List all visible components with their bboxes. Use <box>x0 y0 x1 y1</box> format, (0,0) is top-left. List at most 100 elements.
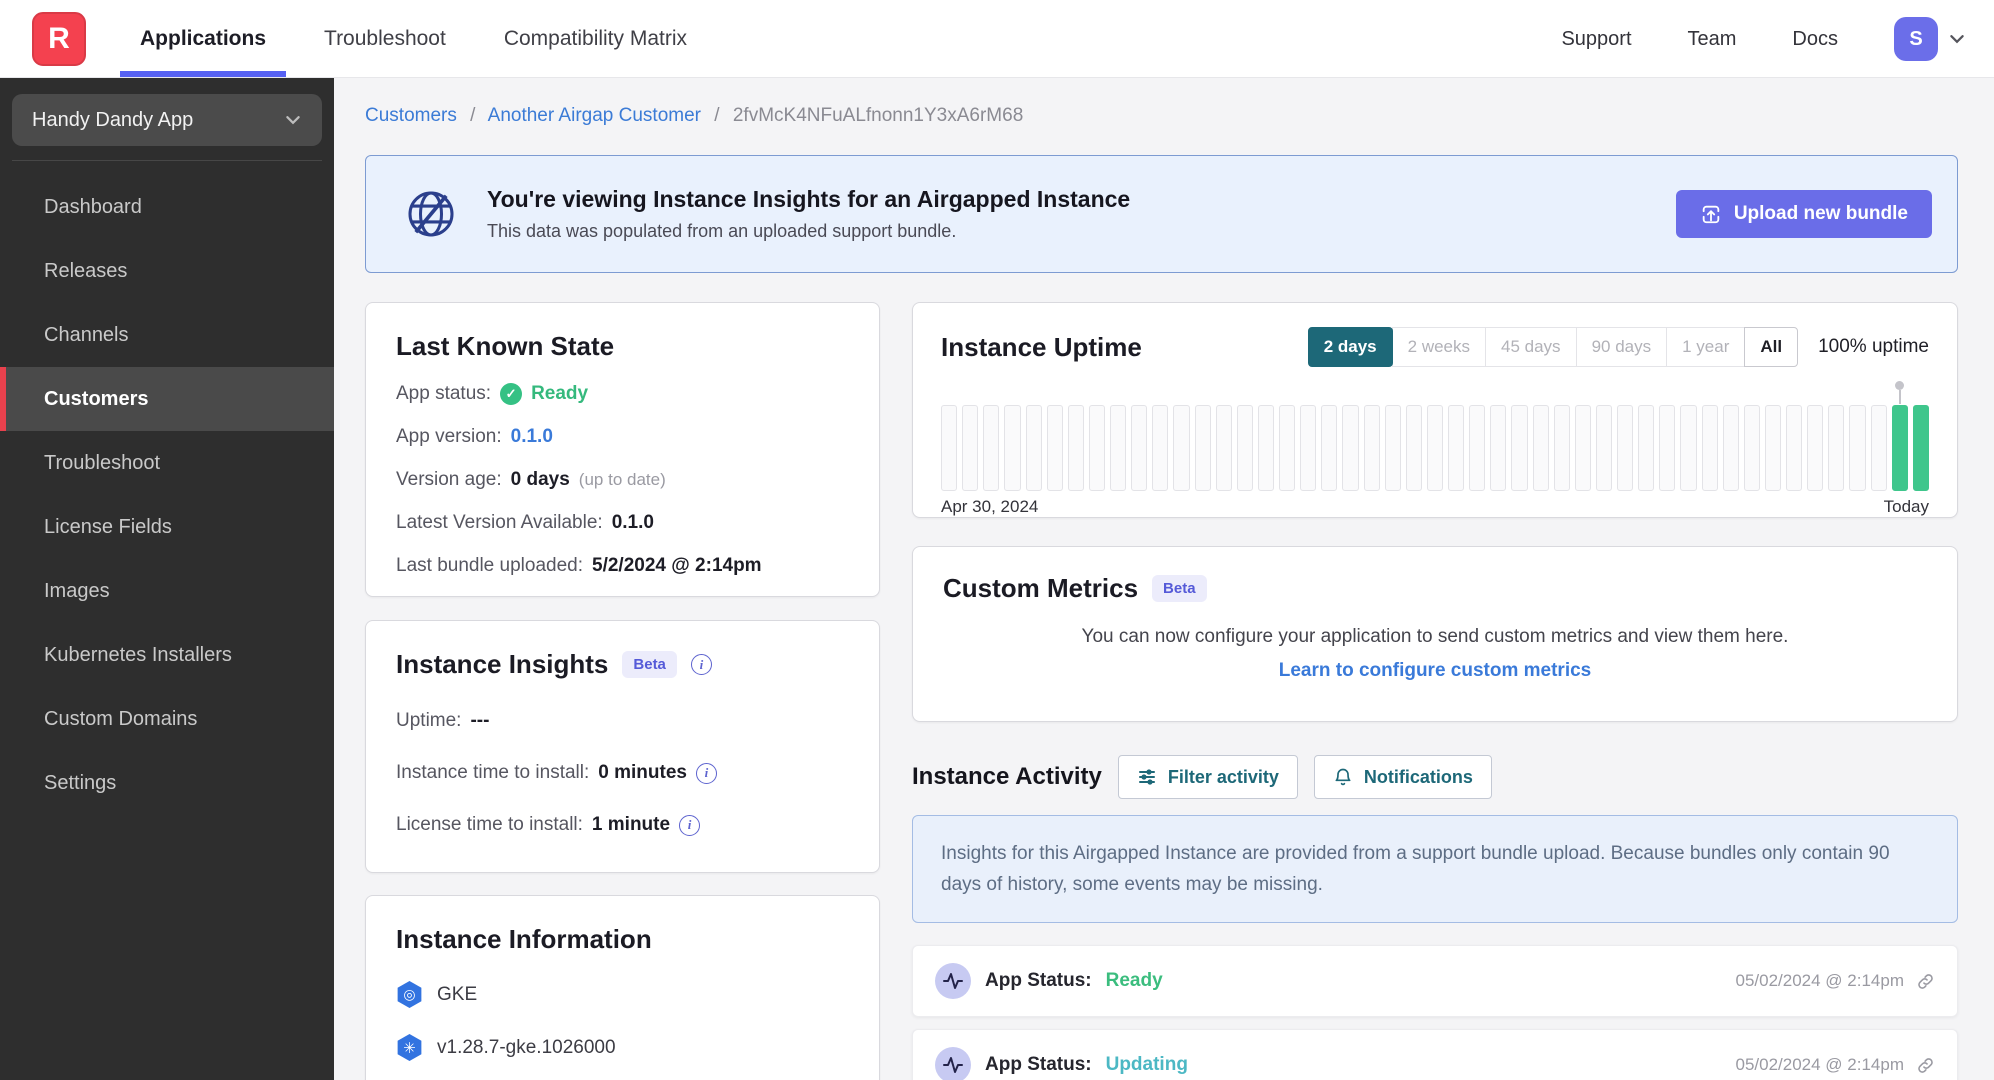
uptime-bar[interactable] <box>1173 405 1190 491</box>
account-menu[interactable]: S <box>1894 17 1966 61</box>
uptime-bar[interactable] <box>1532 405 1549 491</box>
nav-link-docs[interactable]: Docs <box>1792 28 1838 51</box>
instance-uptime-title: Instance Uptime <box>941 331 1142 362</box>
uptime-bar[interactable] <box>1574 405 1591 491</box>
uptime-bar[interactable] <box>1469 405 1486 491</box>
gke-icon: ◎ <box>397 981 422 1008</box>
tab-compatibility-matrix[interactable]: Compatibility Matrix <box>504 0 687 77</box>
app-selector-dropdown[interactable]: Handy Dandy App <box>12 94 322 146</box>
breadcrumb-customer-name[interactable]: Another Airgap Customer <box>488 105 701 126</box>
uptime-bar[interactable] <box>1743 405 1760 491</box>
uptime-bar[interactable] <box>1088 405 1105 491</box>
activity-row[interactable]: App Status: Updating 05/02/2024 @ 2:14pm <box>912 1029 1958 1080</box>
uptime-bar[interactable] <box>1701 405 1718 491</box>
uptime-bar[interactable] <box>1131 405 1148 491</box>
app-version-value[interactable]: 0.1.0 <box>511 426 553 448</box>
uptime-bar[interactable] <box>1152 405 1169 491</box>
info-icon[interactable]: i <box>695 762 717 784</box>
configure-custom-metrics-link[interactable]: Learn to configure custom metrics <box>943 660 1927 682</box>
uptime-bar[interactable] <box>962 405 979 491</box>
sidebar-item-settings[interactable]: Settings <box>0 751 334 815</box>
uptime-bar[interactable] <box>1384 405 1401 491</box>
uptime-bar[interactable] <box>1511 405 1528 491</box>
instance-time-row: Instance time to install: 0 minutes i <box>396 762 849 784</box>
tab-applications[interactable]: Applications <box>119 0 287 77</box>
range-2-days[interactable]: 2 days <box>1307 327 1393 367</box>
uptime-bar[interactable] <box>1870 405 1887 491</box>
breadcrumb-separator: / <box>470 105 476 126</box>
sidebar-item-images[interactable]: Images <box>0 559 334 623</box>
uptime-bar[interactable] <box>1891 405 1908 491</box>
uptime-bar[interactable] <box>1110 405 1127 491</box>
uptime-bar[interactable] <box>1448 405 1465 491</box>
link-icon[interactable] <box>1916 1056 1935 1075</box>
uptime-bar[interactable] <box>1236 405 1253 491</box>
sidebar-item-releases[interactable]: Releases <box>0 239 334 303</box>
uptime-bar[interactable] <box>1194 405 1211 491</box>
breadcrumb-separator: / <box>714 105 720 126</box>
nav-link-team[interactable]: Team <box>1688 28 1737 51</box>
sidebar-item-custom-domains[interactable]: Custom Domains <box>0 687 334 751</box>
pulse-icon <box>935 963 971 999</box>
app-status-row: App status: ✓ Ready <box>396 383 849 405</box>
uptime-bar[interactable] <box>1067 405 1084 491</box>
uptime-bar[interactable] <box>1046 405 1063 491</box>
uptime-bar[interactable] <box>1490 405 1507 491</box>
uptime-bar[interactable] <box>941 405 958 491</box>
uptime-bar[interactable] <box>1680 405 1697 491</box>
sidebar-item-dashboard[interactable]: Dashboard <box>0 175 334 239</box>
uptime-bar[interactable] <box>1659 405 1676 491</box>
uptime-bar[interactable] <box>1595 405 1612 491</box>
sidebar-item-troubleshoot[interactable]: Troubleshoot <box>0 431 334 495</box>
uptime-bar[interactable] <box>983 405 1000 491</box>
filter-activity-button[interactable]: Filter activity <box>1117 755 1298 799</box>
uptime-bar[interactable] <box>1553 405 1570 491</box>
breadcrumb-customers[interactable]: Customers <box>365 105 457 126</box>
range-90-days[interactable]: 90 days <box>1575 327 1668 367</box>
notifications-button[interactable]: Notifications <box>1313 755 1492 799</box>
uptime-bar[interactable] <box>1257 405 1274 491</box>
activity-row[interactable]: App Status: Ready 05/02/2024 @ 2:14pm <box>912 945 1958 1017</box>
uptime-end-label: Today <box>1883 497 1929 516</box>
uptime-bar[interactable] <box>1912 405 1929 491</box>
tab-troubleshoot[interactable]: Troubleshoot <box>324 0 446 77</box>
uptime-bar[interactable] <box>1828 405 1845 491</box>
uptime-value: --- <box>470 710 490 731</box>
uptime-bar[interactable] <box>1004 405 1021 491</box>
range-2-weeks[interactable]: 2 weeks <box>1391 327 1487 367</box>
uptime-bar[interactable] <box>1849 405 1866 491</box>
uptime-bar[interactable] <box>1279 405 1296 491</box>
uptime-bar[interactable] <box>1764 405 1781 491</box>
uptime-bar[interactable] <box>1786 405 1803 491</box>
instance-uptime-header: Instance Uptime 2 days 2 weeks 45 days 9… <box>941 327 1929 367</box>
uptime-bar[interactable] <box>1617 405 1634 491</box>
info-icon[interactable]: i <box>679 814 701 836</box>
sidebar-item-kubernetes-installers[interactable]: Kubernetes Installers <box>0 623 334 687</box>
upload-new-bundle-button[interactable]: Upload new bundle <box>1675 190 1932 238</box>
uptime-bar[interactable] <box>1405 405 1422 491</box>
uptime-bar[interactable] <box>1722 405 1739 491</box>
breadcrumb-instance-id: 2fvMcK4NFuALfnonn1Y3xA6rM68 <box>732 105 1024 126</box>
uptime-bar[interactable] <box>1342 405 1359 491</box>
sidebar-item-customers[interactable]: Customers <box>0 367 334 431</box>
uptime-bar[interactable] <box>1300 405 1317 491</box>
sidebar-item-channels[interactable]: Channels <box>0 303 334 367</box>
replicated-logo[interactable]: R <box>32 12 86 66</box>
nav-link-support[interactable]: Support <box>1561 28 1631 51</box>
uptime-bar[interactable] <box>1807 405 1824 491</box>
uptime-bar[interactable] <box>1215 405 1232 491</box>
avatar[interactable]: S <box>1894 17 1938 61</box>
chevron-down-icon[interactable] <box>1948 30 1966 48</box>
link-icon[interactable] <box>1916 972 1935 991</box>
info-icon[interactable]: i <box>690 654 712 675</box>
range-all[interactable]: All <box>1744 327 1799 367</box>
uptime-marker-pin <box>1895 381 1904 404</box>
sidebar-item-license-fields[interactable]: License Fields <box>0 495 334 559</box>
uptime-bar[interactable] <box>1025 405 1042 491</box>
uptime-bar[interactable] <box>1426 405 1443 491</box>
range-45-days[interactable]: 45 days <box>1485 327 1577 367</box>
uptime-bar[interactable] <box>1638 405 1655 491</box>
range-1-year[interactable]: 1 year <box>1666 327 1746 367</box>
uptime-bar[interactable] <box>1363 405 1380 491</box>
uptime-bar[interactable] <box>1321 405 1338 491</box>
